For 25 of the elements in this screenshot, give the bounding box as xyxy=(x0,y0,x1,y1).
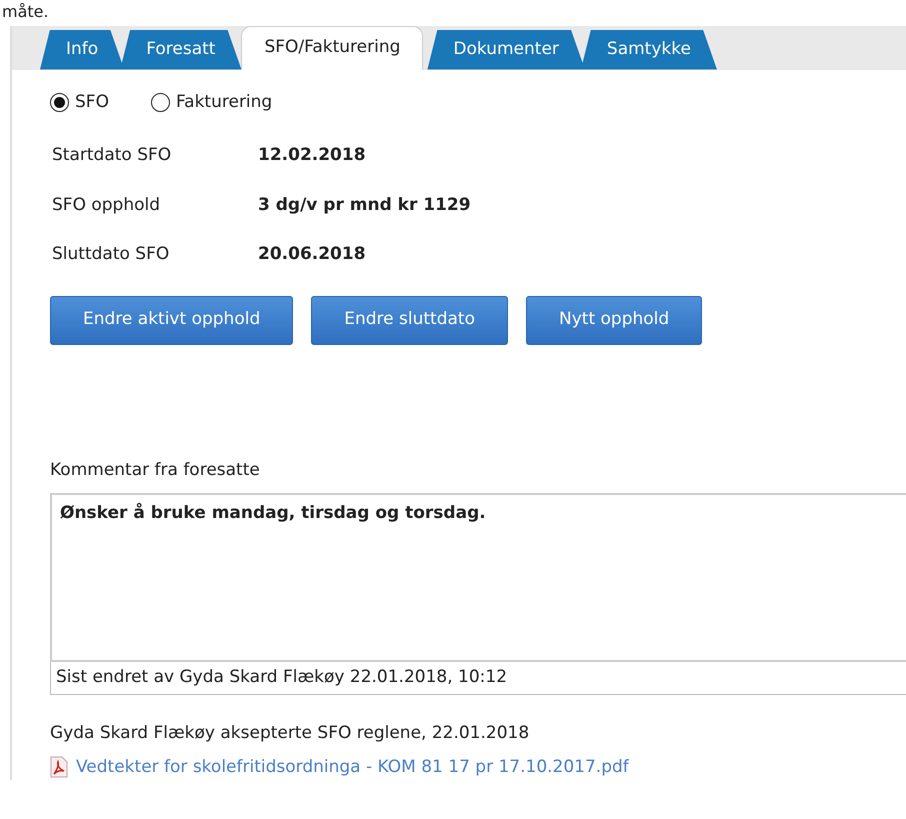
field-label: Startdato SFO xyxy=(52,144,172,167)
action-button[interactable]: Endre sluttdato xyxy=(311,296,508,344)
field-value: 20.06.2018 xyxy=(258,243,366,266)
field-label: Sluttdato SFO xyxy=(52,243,170,266)
field-label: SFO opphold xyxy=(52,194,162,216)
acceptance-text: Gyda Skard Flækøy aksepterte SFO reglene, 22.01.2018 xyxy=(50,722,530,745)
radio-button[interactable] xyxy=(50,92,69,112)
heading-text: måte. xyxy=(1,3,49,21)
radio-label[interactable]: SFO xyxy=(75,90,109,115)
action-button[interactable]: Endre aktivt opphold xyxy=(50,296,294,344)
attachment-link[interactable]: Vedtekter for skolefritidsordninga - KOM 81 17 pr 17.10.2017.pdf xyxy=(76,754,629,780)
field-value: 12.02.2018 xyxy=(258,144,366,167)
tab[interactable]: Foresatt xyxy=(120,30,242,70)
tab[interactable]: Samtykke xyxy=(580,30,717,70)
tab[interactable]: Dokumenter xyxy=(427,30,585,70)
tab[interactable]: Info xyxy=(40,30,124,70)
comment-label: Kommentar fra foresatte xyxy=(50,458,261,482)
action-button[interactable]: Nytt opphold xyxy=(526,296,702,344)
tab[interactable]: SFO/Fakturering xyxy=(241,26,424,70)
pdf-file-icon xyxy=(50,756,68,778)
field-value: 3 dg/v pr mnd kr 1129 xyxy=(258,194,471,216)
last-changed-text: Sist endret av Gyda Skard Flækøy 22.01.2018, 10:12 xyxy=(50,662,906,695)
radio-label[interactable]: Fakturering xyxy=(176,90,272,115)
comment-box[interactable]: Ønsker å bruke mandag, tirsdag og torsdag. xyxy=(50,493,906,662)
radio-button[interactable] xyxy=(150,92,170,112)
